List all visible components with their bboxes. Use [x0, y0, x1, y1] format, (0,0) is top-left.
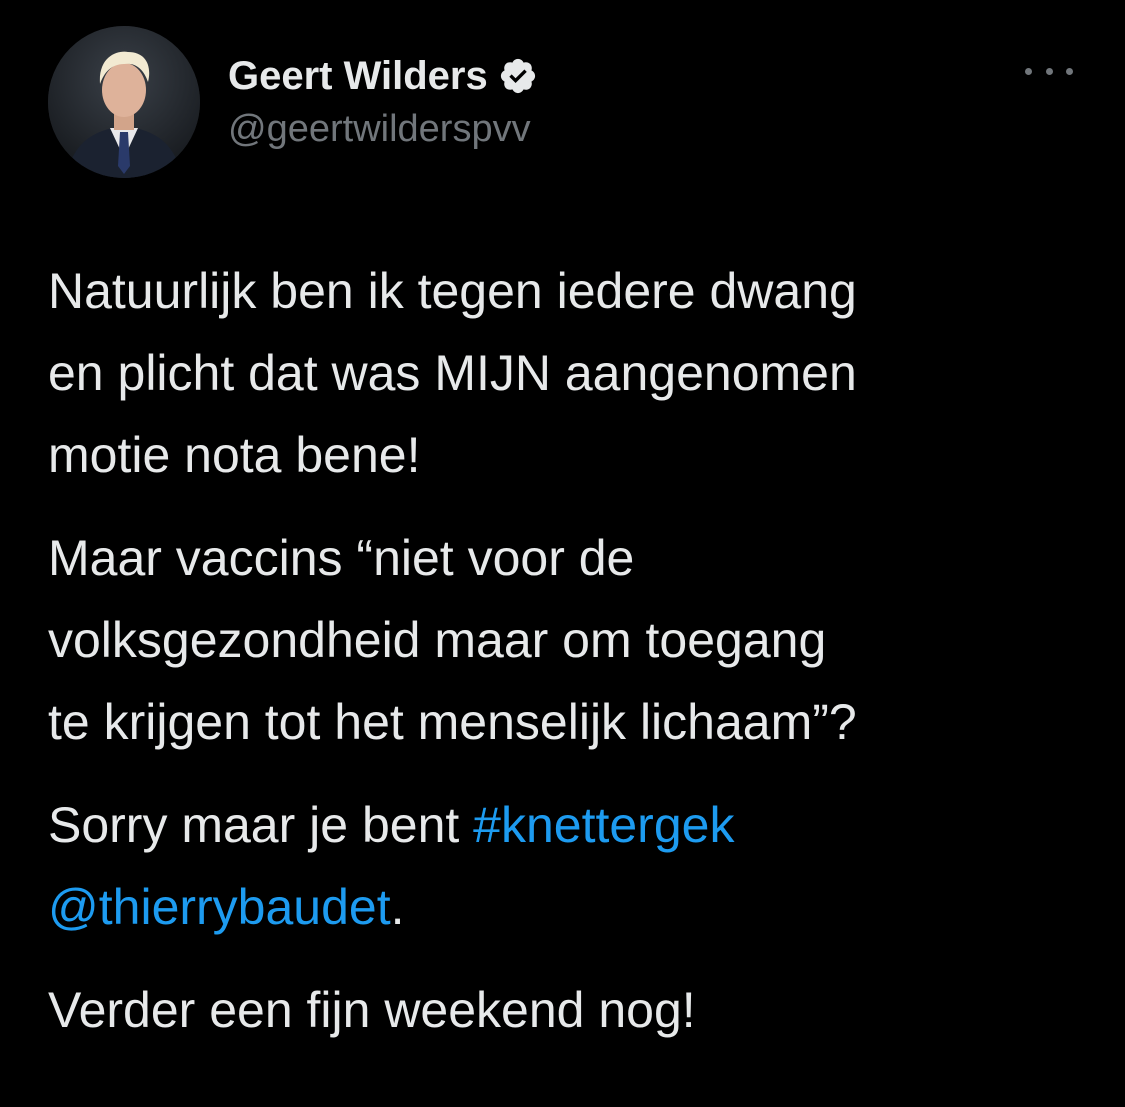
display-name[interactable]: Geert Wilders: [228, 54, 488, 99]
tweet-text: Natuurlijk ben ik tegen iedere dwang en …: [48, 250, 1088, 1072]
tweet-paragraph: Natuurlijk ben ik tegen iedere dwang en …: [48, 263, 857, 483]
tweet-text-fragment: .: [390, 879, 405, 935]
verified-badge-icon: [498, 56, 538, 96]
more-options-button[interactable]: [1025, 56, 1073, 86]
avatar[interactable]: [48, 26, 200, 178]
dot-icon: [1025, 67, 1032, 75]
dot-icon: [1066, 67, 1073, 75]
tweet-text-fragment: Sorry maar je bent: [48, 797, 474, 853]
profile-photo-icon: [48, 26, 200, 178]
tweet-paragraph-with-links: Sorry maar je bent #knettergek @thierryba…: [48, 784, 1088, 948]
author-handle[interactable]: @geertwilderspvv: [228, 108, 531, 151]
dot-icon: [1045, 67, 1053, 75]
hashtag-link[interactable]: #knettergek: [473, 797, 734, 853]
tweet-paragraph: Verder een fijn weekend nog!: [48, 982, 696, 1038]
tweet-card: Geert Wilders @geertwilderspvv Natuurlij…: [0, 0, 1125, 1107]
tweet-paragraph: Maar vaccins “niet voor de volksgezondhe…: [48, 530, 857, 750]
author-name-row: Geert Wilders: [228, 48, 538, 104]
mention-link[interactable]: @thierrybaudet: [48, 879, 391, 935]
